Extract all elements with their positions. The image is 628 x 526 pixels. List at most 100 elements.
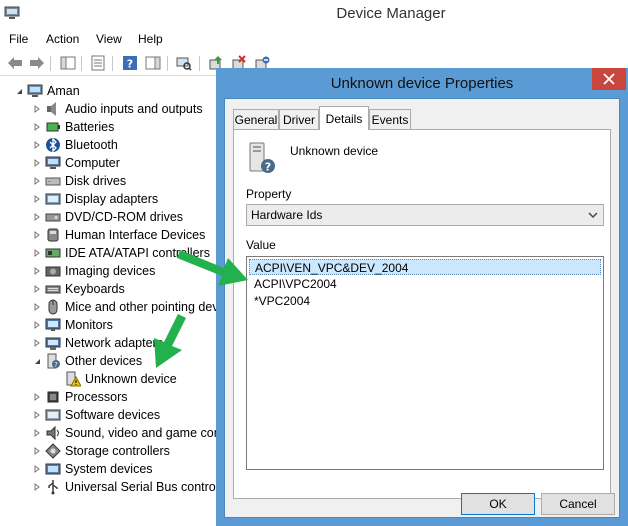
ok-button[interactable]: OK: [461, 493, 535, 515]
tree-item-label: Human Interface Devices: [65, 228, 206, 242]
tree-item-label: Unknown device: [85, 372, 177, 386]
expand-arrow-icon[interactable]: [32, 208, 42, 226]
tree-item-label: Software devices: [65, 408, 161, 422]
tree-item-audio-inputs-and-outputs[interactable]: Audio inputs and outputs: [32, 100, 216, 118]
value-list[interactable]: ACPI\VEN_VPC&DEV_2004 ACPI\VPC2004 *VPC2…: [246, 256, 604, 470]
action-pane-icon[interactable]: [144, 54, 162, 72]
properties-dialog: Unknown device Properties General Driver…: [216, 68, 628, 526]
window-title: Device Manager: [336, 5, 446, 22]
svg-text:?: ?: [265, 161, 271, 174]
details-panel: ? Unknown device Property Hardware Ids V…: [233, 129, 611, 499]
tree-item-label: DVD/CD-ROM drives: [65, 210, 184, 224]
value-item[interactable]: ACPI\VPC2004: [249, 276, 601, 292]
tree-item-sound-video-and-game-controllers[interactable]: Sound, video and game controllers: [32, 424, 216, 442]
menu-help[interactable]: Help: [138, 32, 163, 46]
other-devices-icon: ?: [47, 353, 60, 369]
tab-events[interactable]: Events: [369, 109, 411, 129]
tree-item-label: Monitors: [65, 318, 113, 332]
tree-item-label: Network adapters: [65, 336, 163, 350]
ide-controller-icon: [45, 248, 61, 258]
expand-arrow-icon[interactable]: [32, 136, 42, 154]
expand-arrow-icon[interactable]: [32, 388, 42, 406]
tree-item-software-devices[interactable]: Software devices: [32, 406, 216, 424]
value-item[interactable]: ACPI\VEN_VPC&DEV_2004: [249, 259, 601, 275]
forward-arrow-icon[interactable]: [28, 54, 46, 72]
tree-item-label: Batteries: [65, 120, 115, 134]
tab-driver[interactable]: Driver: [279, 109, 319, 129]
expand-arrow-icon[interactable]: [32, 334, 42, 352]
help-icon[interactable]: ?: [121, 54, 139, 72]
property-dropdown[interactable]: Hardware Ids: [246, 204, 604, 226]
expand-arrow-icon[interactable]: [32, 172, 42, 190]
tree-item-label: Storage controllers: [65, 444, 170, 458]
tree-item-disk-drives[interactable]: Disk drives: [32, 172, 216, 190]
properties-icon[interactable]: [89, 54, 107, 72]
tree-item-computer[interactable]: Computer: [32, 154, 216, 172]
tab-general[interactable]: General: [233, 109, 279, 129]
expand-arrow-icon[interactable]: [32, 406, 42, 424]
tree-item-system-devices[interactable]: System devices: [32, 460, 216, 478]
expand-arrow-icon[interactable]: [32, 316, 42, 334]
dialog-title: Unknown device Properties: [330, 75, 514, 92]
tree-item-label: Computer: [65, 156, 120, 170]
tree-item-display-adapters[interactable]: Display adapters: [32, 190, 216, 208]
tree-item-batteries[interactable]: Batteries: [32, 118, 216, 136]
tree-item-unknown-device[interactable]: Unknown device: [52, 370, 216, 388]
close-button[interactable]: [592, 68, 626, 90]
back-arrow-icon[interactable]: [6, 54, 24, 72]
svg-text:?: ?: [54, 361, 58, 369]
tree-item-universal-serial-bus-controllers[interactable]: Universal Serial Bus controllers: [32, 478, 216, 496]
expand-arrow-icon[interactable]: [32, 100, 42, 118]
expand-arrow-icon[interactable]: [32, 226, 42, 244]
chevron-down-icon: [588, 212, 598, 219]
tree-item-label: Keyboards: [65, 282, 125, 296]
expand-arrow-icon[interactable]: [32, 478, 42, 496]
tree-item-storage-controllers[interactable]: Storage controllers: [32, 442, 216, 460]
expand-arrow-icon[interactable]: [32, 424, 42, 442]
expand-arrow-icon[interactable]: [32, 262, 42, 280]
expand-arrow-icon[interactable]: [32, 460, 42, 478]
sound-icon: [46, 425, 59, 441]
unknown-device-icon: ?: [249, 142, 275, 174]
computer-icon: [45, 156, 61, 169]
cancel-button[interactable]: Cancel: [541, 493, 615, 515]
tree-item-label: Universal Serial Bus controllers: [65, 480, 216, 494]
collapse-arrow-icon[interactable]: [32, 352, 42, 370]
expand-arrow-icon[interactable]: [32, 190, 42, 208]
value-item[interactable]: *VPC2004: [249, 293, 601, 309]
title-bar: Device Manager: [0, 0, 628, 28]
unknown-device-warning-icon: [66, 371, 81, 387]
expand-arrow-icon[interactable]: [32, 244, 42, 262]
property-label: Property: [246, 187, 292, 201]
menu-action[interactable]: Action: [46, 32, 79, 46]
close-icon: [603, 73, 615, 85]
menu-bar: File Action View Help: [0, 29, 628, 49]
console-tree-icon[interactable]: [59, 54, 77, 72]
tree-item-processors[interactable]: Processors: [32, 388, 216, 406]
mouse-icon: [48, 299, 58, 315]
expand-arrow-icon[interactable]: [32, 298, 42, 316]
device-tree: Aman Audio inputs and outputs Batteries Bl…: [0, 81, 216, 526]
menu-view[interactable]: View: [96, 32, 122, 46]
expand-arrow-icon[interactable]: [32, 154, 42, 172]
tree-item-label: System devices: [65, 462, 153, 476]
expand-arrow-icon[interactable]: [32, 118, 42, 136]
property-selected-value: Hardware Ids: [251, 208, 323, 222]
expand-arrow-icon[interactable]: [32, 280, 42, 298]
tab-details[interactable]: Details: [319, 106, 369, 130]
menu-file[interactable]: File: [9, 32, 28, 46]
tree-item-label: Audio inputs and outputs: [65, 102, 203, 116]
scan-hardware-icon[interactable]: [175, 54, 193, 72]
camera-icon: [45, 266, 61, 277]
tree-root-label: Aman: [47, 84, 80, 98]
processor-icon: [47, 391, 59, 403]
tree-item-label: Bluetooth: [65, 138, 118, 152]
expand-arrow-icon[interactable]: [32, 442, 42, 460]
tree-root[interactable]: Aman: [14, 82, 216, 100]
collapse-arrow-icon[interactable]: [14, 82, 24, 100]
speaker-icon: [47, 102, 56, 116]
tree-item-bluetooth[interactable]: Bluetooth: [32, 136, 216, 154]
dvd-icon: [45, 213, 61, 222]
tree-item-dvd-cd-rom-drives[interactable]: DVD/CD-ROM drives: [32, 208, 216, 226]
tree-item-label: Mice and other pointing devices: [65, 300, 216, 314]
